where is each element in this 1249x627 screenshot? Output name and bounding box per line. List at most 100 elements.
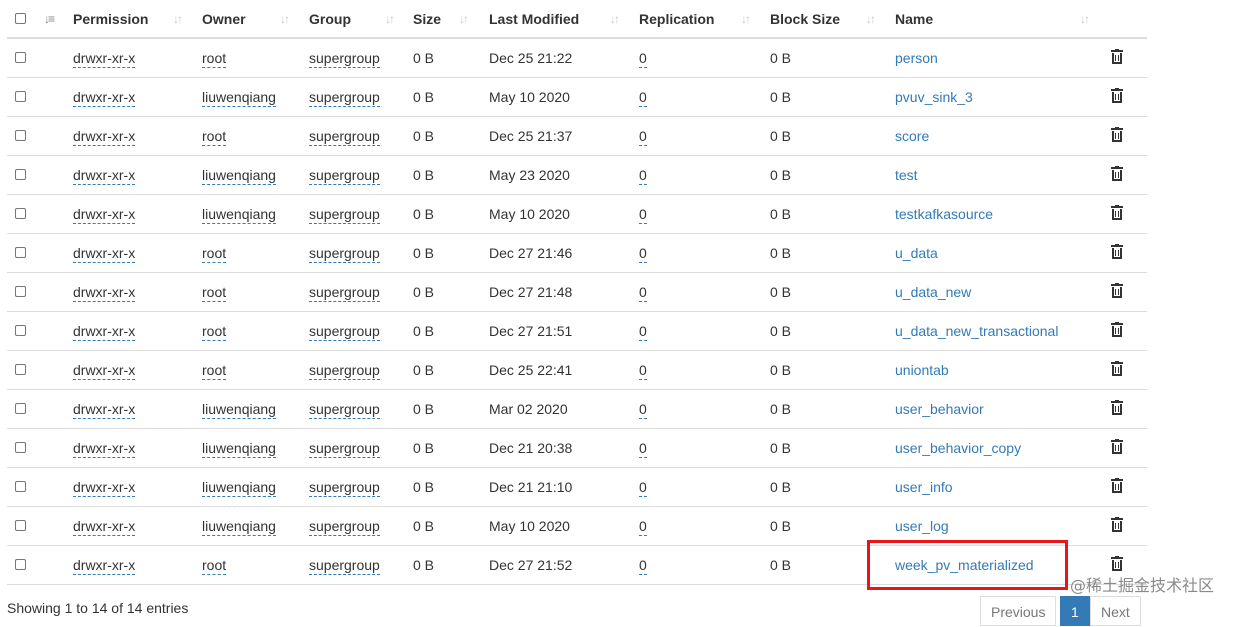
trash-icon[interactable] (1111, 88, 1123, 103)
column-header-size[interactable]: Size (413, 0, 441, 39)
column-header-last-modified[interactable]: Last Modified (489, 0, 579, 39)
sort-icon[interactable]: ↓↑ (1080, 0, 1090, 39)
group-value[interactable]: supergroup (309, 479, 380, 497)
sort-icon[interactable]: ↓↑ (173, 0, 183, 39)
file-name-link[interactable]: pvuv_sink_3 (895, 78, 973, 117)
trash-icon[interactable] (1111, 439, 1123, 454)
file-name-link[interactable]: user_info (895, 468, 953, 507)
trash-icon[interactable] (1111, 322, 1123, 337)
file-name-link[interactable]: person (895, 39, 938, 78)
permission-value[interactable]: drwxr-xr-x (73, 245, 136, 263)
row-checkbox[interactable] (15, 481, 26, 492)
column-header-replication[interactable]: Replication (639, 0, 714, 39)
file-name-link[interactable]: uniontab (895, 351, 949, 390)
column-header-permission[interactable]: Permission (73, 0, 148, 39)
replication-value[interactable]: 0 (639, 284, 647, 302)
group-value[interactable]: supergroup (309, 284, 380, 302)
row-checkbox[interactable] (15, 442, 26, 453)
replication-value[interactable]: 0 (639, 440, 647, 458)
file-name-link[interactable]: user_behavior_copy (895, 429, 1021, 468)
permission-value[interactable]: drwxr-xr-x (73, 518, 136, 536)
row-checkbox[interactable] (15, 208, 26, 219)
replication-value[interactable]: 0 (639, 128, 647, 146)
trash-icon[interactable] (1111, 205, 1123, 220)
trash-icon[interactable] (1111, 127, 1123, 142)
row-checkbox[interactable] (15, 559, 26, 570)
owner-value[interactable]: root (202, 362, 227, 380)
trash-icon[interactable] (1111, 556, 1123, 571)
trash-icon[interactable] (1111, 400, 1123, 415)
trash-icon[interactable] (1111, 361, 1123, 376)
owner-value[interactable]: liuwenqiang (202, 206, 276, 224)
group-value[interactable]: supergroup (309, 362, 380, 380)
column-header-name[interactable]: Name (895, 0, 933, 39)
sort-icon[interactable]: ↓↑ (866, 0, 876, 39)
row-checkbox[interactable] (15, 520, 26, 531)
row-checkbox[interactable] (15, 91, 26, 102)
column-header-block-size[interactable]: Block Size (770, 0, 840, 39)
owner-value[interactable]: liuwenqiang (202, 401, 276, 419)
owner-value[interactable]: liuwenqiang (202, 518, 276, 536)
replication-value[interactable]: 0 (639, 245, 647, 263)
owner-value[interactable]: root (202, 323, 227, 341)
replication-value[interactable]: 0 (639, 50, 647, 68)
trash-icon[interactable] (1111, 478, 1123, 493)
owner-value[interactable]: root (202, 245, 227, 263)
file-name-link[interactable]: testkafkasource (895, 195, 993, 234)
row-checkbox[interactable] (15, 169, 26, 180)
row-checkbox[interactable] (15, 130, 26, 141)
permission-value[interactable]: drwxr-xr-x (73, 50, 136, 68)
group-value[interactable]: supergroup (309, 206, 380, 224)
replication-value[interactable]: 0 (639, 557, 647, 575)
sort-icon[interactable]: ↓↑ (610, 0, 620, 39)
replication-value[interactable]: 0 (639, 401, 647, 419)
row-checkbox[interactable] (15, 403, 26, 414)
replication-value[interactable]: 0 (639, 479, 647, 497)
trash-icon[interactable] (1111, 517, 1123, 532)
file-name-link[interactable]: test (895, 156, 918, 195)
permission-value[interactable]: drwxr-xr-x (73, 206, 136, 224)
row-checkbox[interactable] (15, 325, 26, 336)
file-name-link[interactable]: user_behavior (895, 390, 984, 429)
sort-icon[interactable]: ↓↑ (741, 0, 751, 39)
replication-value[interactable]: 0 (639, 206, 647, 224)
replication-value[interactable]: 0 (639, 362, 647, 380)
group-value[interactable]: supergroup (309, 128, 380, 146)
group-value[interactable]: supergroup (309, 89, 380, 107)
next-page-button[interactable]: Next (1090, 596, 1141, 626)
sort-icon[interactable]: ↓↑ (280, 0, 290, 39)
column-header-owner[interactable]: Owner (202, 0, 246, 39)
trash-icon[interactable] (1111, 244, 1123, 259)
current-page-button[interactable]: 1 (1060, 596, 1090, 626)
permission-value[interactable]: drwxr-xr-x (73, 440, 136, 458)
owner-value[interactable]: root (202, 557, 227, 575)
previous-page-button[interactable]: Previous (980, 596, 1057, 626)
sort-icon[interactable]: ↓≡ (44, 0, 55, 39)
trash-icon[interactable] (1111, 49, 1123, 64)
group-value[interactable]: supergroup (309, 440, 380, 458)
permission-value[interactable]: drwxr-xr-x (73, 284, 136, 302)
group-value[interactable]: supergroup (309, 323, 380, 341)
owner-value[interactable]: liuwenqiang (202, 167, 276, 185)
group-value[interactable]: supergroup (309, 557, 380, 575)
permission-value[interactable]: drwxr-xr-x (73, 557, 136, 575)
sort-icon[interactable]: ↓↑ (459, 0, 469, 39)
group-value[interactable]: supergroup (309, 518, 380, 536)
permission-value[interactable]: drwxr-xr-x (73, 128, 136, 146)
group-value[interactable]: supergroup (309, 401, 380, 419)
group-value[interactable]: supergroup (309, 167, 380, 185)
file-name-link[interactable]: u_data_new_transactional (895, 312, 1058, 351)
owner-value[interactable]: liuwenqiang (202, 89, 276, 107)
permission-value[interactable]: drwxr-xr-x (73, 167, 136, 185)
trash-icon[interactable] (1111, 166, 1123, 181)
owner-value[interactable]: root (202, 50, 227, 68)
group-value[interactable]: supergroup (309, 50, 380, 68)
replication-value[interactable]: 0 (639, 89, 647, 107)
column-header-group[interactable]: Group (309, 0, 351, 39)
file-name-link[interactable]: score (895, 117, 929, 156)
replication-value[interactable]: 0 (639, 518, 647, 536)
permission-value[interactable]: drwxr-xr-x (73, 323, 136, 341)
file-name-link[interactable]: u_data_new (895, 273, 971, 312)
permission-value[interactable]: drwxr-xr-x (73, 362, 136, 380)
owner-value[interactable]: liuwenqiang (202, 440, 276, 458)
